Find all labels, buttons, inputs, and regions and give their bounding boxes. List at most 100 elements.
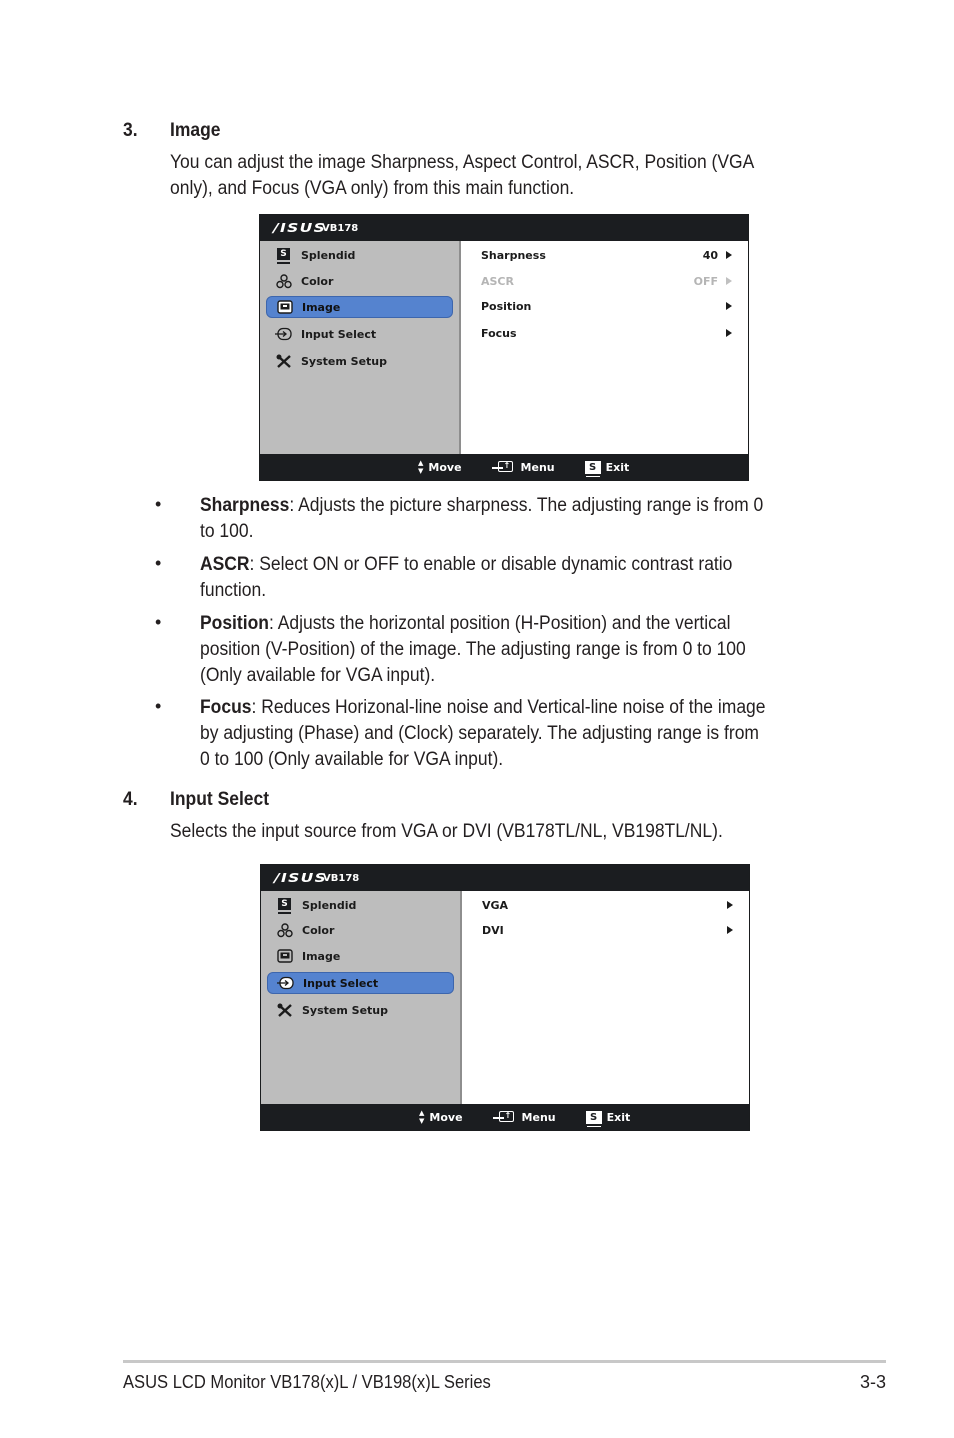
input-select-icon: [277, 976, 294, 991]
submenu-label: Focus: [481, 326, 517, 340]
menu-enter-icon: ↑: [491, 460, 516, 474]
arrow-right-icon: [726, 302, 732, 310]
section-number: 3.: [123, 120, 138, 141]
move-hint: ▲ ▼ Move: [418, 459, 462, 475]
exit-s-icon: S: [584, 460, 601, 474]
section-number: 4.: [123, 789, 138, 810]
bullet-focus: Focus: Reduces Horizonal-line noise and …: [200, 695, 765, 773]
menu-label: Menu: [521, 1110, 556, 1124]
menu-hint: ↑ Menu: [492, 1110, 556, 1124]
menu-item-system-setup[interactable]: System Setup: [266, 350, 453, 372]
arrow-right-icon: [726, 251, 732, 259]
bullet-line: function.: [200, 580, 267, 601]
submenu-item-dvi[interactable]: DVI: [482, 920, 733, 940]
menu-item-input-select[interactable]: Input Select: [267, 972, 454, 994]
menu-item-image[interactable]: Image: [267, 945, 454, 967]
splendid-s-icon: S: [275, 248, 292, 263]
osd-main-menu: S Splendid Color Image Input Select Syst…: [261, 891, 462, 1104]
bullet-line: : Adjusts the picture sharpness. The adj…: [289, 495, 764, 516]
menu-item-label: Input Select: [301, 327, 377, 341]
osd-main-menu: S Splendid Color Image Input Select Syst…: [260, 241, 461, 454]
wrench-screwdriver-icon: [276, 1003, 293, 1018]
bullet-line: : Adjusts the horizontal position (H-Pos…: [268, 613, 731, 634]
bullet-line: by adjusting (Phase) and (Clock) separat…: [200, 723, 760, 744]
move-label: Move: [429, 1110, 463, 1124]
submenu-item-focus[interactable]: Focus: [481, 323, 732, 343]
menu-item-label: Splendid: [302, 898, 357, 912]
menu-item-label: Input Select: [303, 976, 379, 990]
bullet-line: position (V-Position) of the image. The …: [200, 639, 746, 660]
submenu-label: VGA: [482, 898, 509, 912]
asus-logo: /ISUS: [273, 221, 327, 235]
menu-enter-icon: ↑: [492, 1110, 517, 1124]
submenu-label: DVI: [482, 923, 504, 937]
exit-s-icon: S: [585, 1110, 602, 1124]
submenu-label: ASCR: [481, 274, 514, 288]
bullet-line: to 100.: [200, 521, 254, 542]
bullet-term: Focus: [200, 697, 252, 718]
menu-label: Menu: [520, 460, 555, 474]
menu-item-input-select[interactable]: Input Select: [266, 323, 453, 345]
submenu-item-position[interactable]: Position: [481, 296, 732, 316]
image-icon: [276, 949, 293, 964]
section-description-line: only), and Focus (VGA only) from this ma…: [170, 178, 575, 199]
osd-submenu: Sharpness 40 ASCR OFF Position Focus: [461, 241, 748, 454]
menu-hint: ↑ Menu: [491, 460, 555, 474]
move-hint: ▲ ▼ Move: [419, 1109, 463, 1125]
wrench-screwdriver-icon: [275, 354, 292, 369]
submenu-value: 40: [702, 248, 718, 262]
submenu-label: Sharpness: [481, 248, 546, 262]
input-select-icon: [275, 327, 292, 342]
arrow-right-icon: [726, 277, 732, 285]
submenu-item-sharpness[interactable]: Sharpness 40: [481, 245, 732, 265]
menu-item-system-setup[interactable]: System Setup: [267, 999, 454, 1021]
osd-submenu: VGA DVI: [462, 891, 749, 1104]
menu-item-label: System Setup: [302, 1003, 388, 1017]
bullet-line: 0 to 100 (Only available for VGA input).: [200, 749, 504, 770]
bullet-position: Position: Adjusts the horizontal positio…: [200, 611, 746, 689]
bullet-term: Sharpness: [200, 495, 290, 516]
exit-hint: S Exit: [584, 460, 629, 474]
section-description-line: Selects the input source from VGA or DVI…: [170, 821, 723, 842]
submenu-item-ascr[interactable]: ASCR OFF: [481, 271, 732, 291]
color-circles-icon: [276, 922, 293, 938]
submenu-item-vga[interactable]: VGA: [482, 895, 733, 915]
osd-screenshot-image: /ISUS VB178 S Splendid Color Image Input…: [259, 214, 749, 481]
osd-footer: ▲ ▼ Move ↑ Menu S Exit: [261, 1104, 749, 1130]
menu-item-label: Image: [302, 949, 341, 963]
bullet-icon: •: [155, 612, 162, 632]
submenu-label: Position: [481, 299, 532, 313]
bullet-icon: •: [155, 696, 162, 716]
osd-header: /ISUS VB178: [261, 865, 749, 891]
arrow-right-icon: [726, 329, 732, 337]
section-title: Input Select: [170, 789, 270, 810]
menu-item-label: Image: [302, 300, 341, 314]
menu-item-label: Splendid: [301, 248, 356, 262]
section-title: Image: [170, 120, 221, 141]
bullet-icon: •: [155, 553, 162, 573]
page-number: 3-3: [859, 1372, 886, 1392]
bullet-icon: •: [155, 494, 162, 514]
footer-divider: [123, 1360, 886, 1363]
menu-item-splendid[interactable]: S Splendid: [267, 894, 454, 916]
bullet-line: (Only available for VGA input).: [200, 665, 436, 686]
submenu-value: OFF: [693, 274, 718, 288]
bullet-line: : Select ON or OFF to enable or disable …: [249, 554, 733, 575]
splendid-s-icon: S: [276, 898, 293, 913]
menu-item-color[interactable]: Color: [266, 270, 453, 292]
menu-item-splendid[interactable]: S Splendid: [266, 244, 453, 266]
menu-item-color[interactable]: Color: [267, 919, 454, 941]
arrow-right-icon: [727, 926, 733, 934]
menu-item-label: Color: [302, 923, 335, 937]
osd-header: /ISUS VB178: [260, 215, 748, 241]
move-label: Move: [428, 460, 462, 474]
up-down-arrows-icon: ▲ ▼: [419, 1109, 425, 1125]
bullet-sharpness: Sharpness: Adjusts the picture sharpness…: [200, 493, 763, 545]
menu-item-label: System Setup: [301, 354, 387, 368]
section-description-line: You can adjust the image Sharpness, Aspe…: [170, 152, 755, 173]
osd-screenshot-input-select: /ISUS VB178 S Splendid Color Image Input…: [260, 864, 750, 1131]
menu-item-image[interactable]: Image: [266, 296, 453, 318]
image-icon: [276, 300, 293, 315]
up-down-arrows-icon: ▲ ▼: [418, 459, 424, 475]
exit-hint: S Exit: [585, 1110, 630, 1124]
